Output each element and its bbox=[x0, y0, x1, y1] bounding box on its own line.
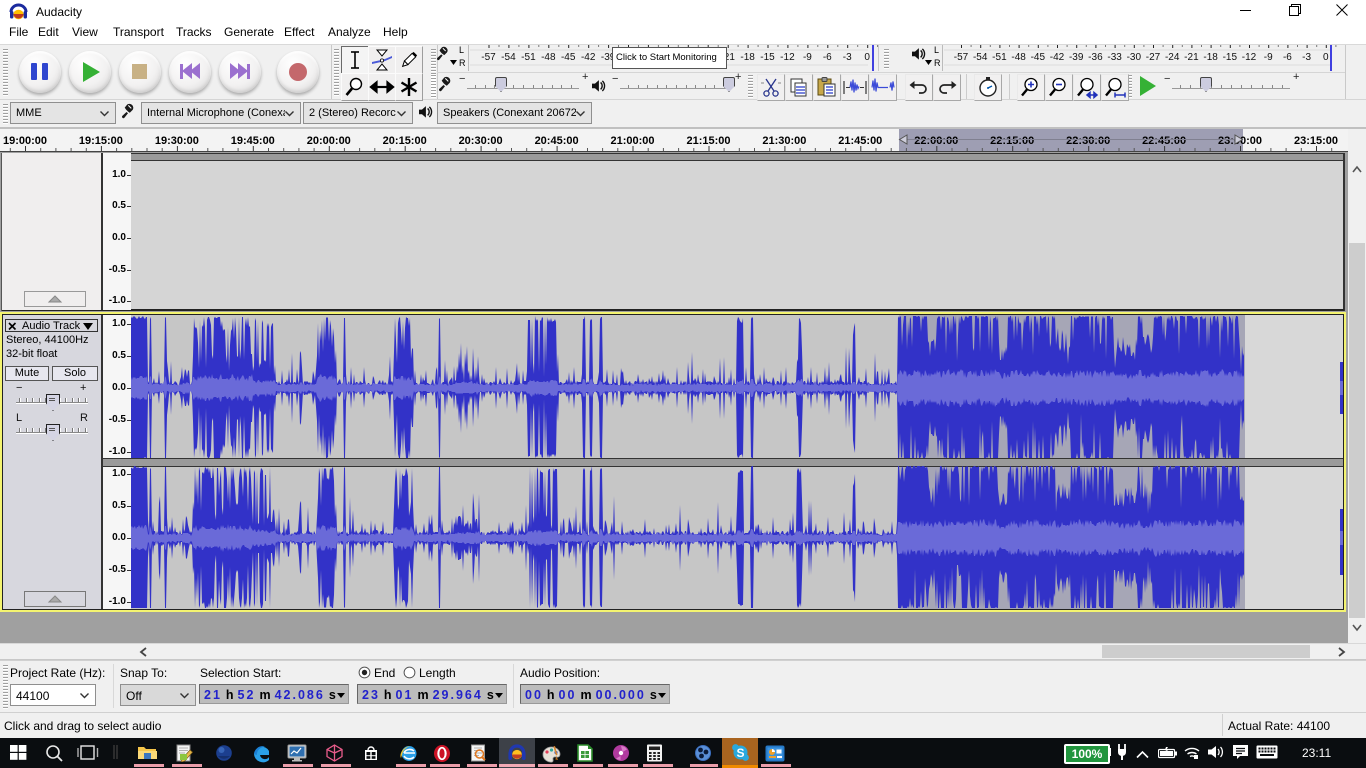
svg-text:S: S bbox=[736, 746, 744, 760]
